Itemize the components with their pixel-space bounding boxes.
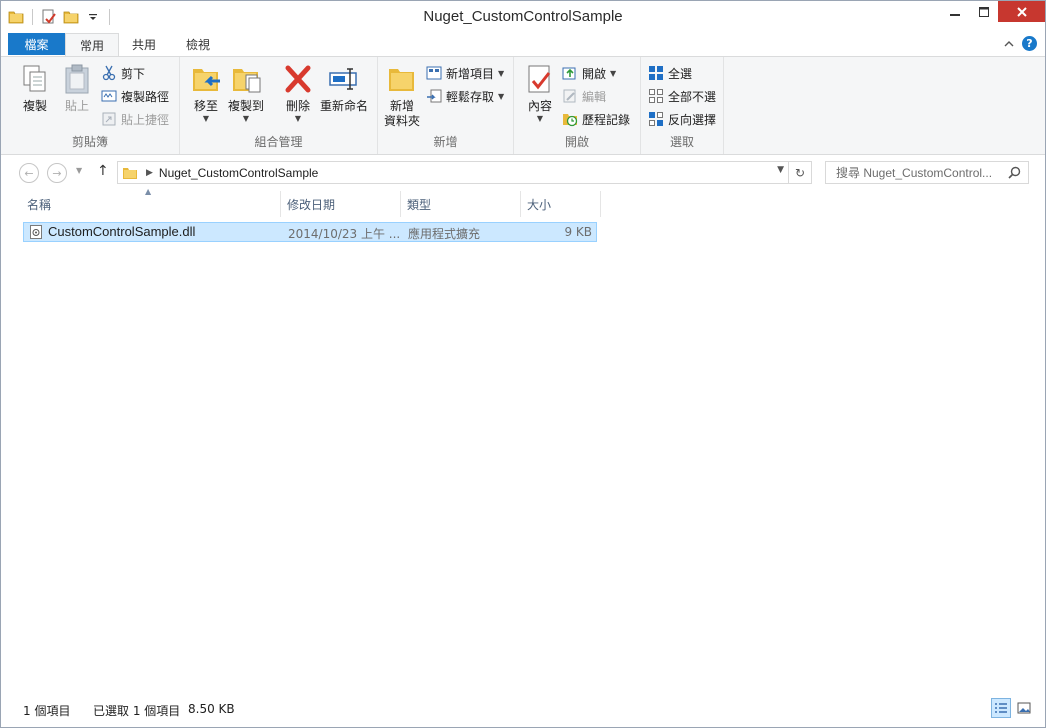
select-all-button[interactable]: 全選 bbox=[648, 63, 692, 83]
copy-path-button[interactable]: 複製路徑 bbox=[101, 86, 169, 106]
open-group: 內容 ▼ 開啟 ▼ 編輯 歷程記錄 開啟 bbox=[514, 57, 641, 154]
item-count: 1 個項目 bbox=[23, 704, 71, 718]
copy-path-icon bbox=[101, 90, 117, 102]
cut-button[interactable]: 剪下 bbox=[101, 63, 145, 83]
history-button[interactable]: 歷程記錄 bbox=[562, 109, 630, 129]
refresh-button[interactable]: ↻ bbox=[788, 161, 812, 184]
tab-file[interactable]: 檔案 bbox=[8, 33, 65, 55]
file-type: 應用程式擴充 bbox=[408, 227, 481, 241]
easy-access-icon bbox=[427, 89, 442, 103]
file-size: 9 KB bbox=[564, 225, 592, 239]
clipboard-group-label: 剪貼簿 bbox=[71, 135, 108, 149]
folder-icon bbox=[123, 167, 137, 179]
column-header-size[interactable]: 大小 bbox=[521, 191, 601, 217]
maximize-button[interactable] bbox=[969, 1, 998, 22]
delete-x-icon bbox=[285, 65, 311, 93]
search-icon[interactable] bbox=[1008, 166, 1021, 179]
edit-button[interactable]: 編輯 bbox=[562, 86, 606, 106]
select-none-button[interactable]: 全部不選 bbox=[648, 86, 716, 106]
delete-button[interactable]: 刪除 ▼ bbox=[282, 63, 314, 123]
history-icon bbox=[563, 114, 578, 127]
back-button[interactable]: ← bbox=[19, 163, 39, 183]
file-modified: 2014/10/23 上午 ... bbox=[288, 227, 401, 241]
window-title: Nuget_CustomControlSample bbox=[423, 8, 623, 25]
invert-selection-button[interactable]: 反向選擇 bbox=[648, 109, 716, 129]
move-to-button[interactable]: 移至 ▼ bbox=[190, 63, 222, 123]
navigation-bar: ← → ▼ ↑ ▶ Nuget_CustomControlSample ▼ ↻ bbox=[1, 157, 1045, 187]
details-view-icon bbox=[995, 703, 1007, 713]
help-icon[interactable]: ? bbox=[1022, 36, 1037, 51]
refresh-icon: ↻ bbox=[794, 165, 806, 180]
tab-view[interactable]: 檢視 bbox=[173, 33, 223, 55]
new-group: 新增 資料夾 新增項目 ▼ 輕鬆存取 ▼ 新增 bbox=[378, 57, 514, 154]
forward-arrow-icon: → bbox=[52, 166, 62, 180]
open-button[interactable]: 開啟 ▼ bbox=[562, 63, 616, 83]
column-header-modified[interactable]: 修改日期 bbox=[281, 191, 401, 217]
easy-access-button[interactable]: 輕鬆存取 ▼ bbox=[426, 86, 504, 106]
selected-size: 8.50 KB bbox=[188, 702, 235, 716]
tab-home[interactable]: 常用 bbox=[65, 33, 119, 56]
clipboard-group: 複製 貼上 剪下 複製路徑 貼上捷徑 剪貼簿 bbox=[1, 57, 180, 154]
dll-file-icon bbox=[30, 225, 42, 239]
paste-button[interactable]: 貼上 bbox=[61, 63, 93, 114]
clipboard-icon bbox=[65, 64, 89, 94]
select-none-icon bbox=[649, 89, 663, 103]
open-group-label: 開啟 bbox=[564, 135, 589, 149]
copy-button[interactable]: 複製 bbox=[19, 63, 51, 114]
column-header-name[interactable]: 名稱 bbox=[21, 191, 281, 217]
file-name: CustomControlSample.dll bbox=[48, 224, 196, 239]
tab-share[interactable]: 共用 bbox=[121, 33, 167, 55]
select-group: 全選 全部不選 反向選擇 選取 bbox=[641, 57, 724, 154]
new-item-icon bbox=[426, 66, 442, 80]
close-button[interactable] bbox=[998, 1, 1045, 22]
select-all-icon bbox=[649, 66, 663, 80]
organize-group: 移至 ▼ 複製到 ▼ 刪除 ▼ 重新命名 組合管理 bbox=[180, 57, 378, 154]
status-bar: 1 個項目 已選取 1 個項目 8.50 KB bbox=[1, 697, 1045, 721]
breadcrumb-chevron-icon[interactable]: ▶ bbox=[146, 168, 153, 178]
rename-icon bbox=[329, 68, 357, 90]
large-icons-view-button[interactable] bbox=[1014, 698, 1034, 718]
organize-group-label: 組合管理 bbox=[254, 135, 303, 149]
forward-button[interactable]: → bbox=[47, 163, 67, 183]
copy-icon bbox=[23, 65, 46, 92]
new-folder-button[interactable]: 新增 資料夾 bbox=[384, 63, 420, 129]
edit-icon bbox=[563, 89, 576, 103]
minimize-button[interactable] bbox=[940, 1, 969, 22]
recent-locations-dropdown[interactable]: ▼ bbox=[76, 166, 82, 175]
new-folder-icon bbox=[389, 69, 414, 91]
search-input[interactable] bbox=[834, 164, 1008, 181]
selected-count: 已選取 1 個項目 bbox=[93, 704, 181, 718]
up-arrow-icon[interactable]: ↑ bbox=[97, 163, 109, 179]
explorer-window: Nuget_CustomControlSample 檔案 常用 共用 檢視 ? bbox=[0, 0, 1046, 728]
large-icons-view-icon bbox=[1017, 702, 1031, 714]
copy-to-button[interactable]: 複製到 ▼ bbox=[228, 63, 264, 123]
copy-to-icon bbox=[233, 69, 261, 93]
new-group-label: 新增 bbox=[433, 135, 458, 149]
select-group-label: 選取 bbox=[669, 135, 694, 149]
ribbon-tab-bar: 檔案 常用 共用 檢視 ? bbox=[1, 32, 1045, 56]
file-list: ▲ 名稱 修改日期 類型 大小 CustomControlSample.dll … bbox=[1, 187, 1045, 691]
new-item-button[interactable]: 新增項目 ▼ bbox=[426, 63, 504, 83]
breadcrumb[interactable]: Nuget_CustomControlSample bbox=[159, 166, 318, 180]
address-dropdown-icon[interactable]: ▼ bbox=[777, 165, 784, 175]
address-bar[interactable]: ▶ Nuget_CustomControlSample ▼ bbox=[117, 161, 789, 184]
search-box[interactable] bbox=[825, 161, 1029, 184]
rename-button[interactable]: 重新命名 bbox=[320, 63, 368, 114]
properties-button[interactable]: 內容 ▼ bbox=[524, 63, 556, 123]
scissors-icon bbox=[102, 65, 116, 81]
paste-shortcut-icon bbox=[102, 112, 116, 126]
open-icon bbox=[562, 67, 576, 80]
move-to-icon bbox=[193, 69, 220, 91]
minimize-ribbon-icon[interactable] bbox=[1004, 37, 1014, 51]
column-header-type[interactable]: 類型 bbox=[401, 191, 521, 217]
ribbon: 複製 貼上 剪下 複製路徑 貼上捷徑 剪貼簿 移至 ▼ 複製到 ▼ 刪除 ▼ 重… bbox=[1, 56, 1045, 155]
invert-selection-icon bbox=[649, 112, 663, 126]
back-arrow-icon: ← bbox=[24, 166, 34, 180]
title-bar: Nuget_CustomControlSample bbox=[1, 1, 1045, 32]
paste-shortcut-button[interactable]: 貼上捷徑 bbox=[101, 109, 169, 129]
table-row[interactable]: CustomControlSample.dll 2014/10/23 上午 ..… bbox=[23, 222, 597, 242]
properties-icon bbox=[528, 65, 551, 93]
details-view-button[interactable] bbox=[991, 698, 1011, 718]
